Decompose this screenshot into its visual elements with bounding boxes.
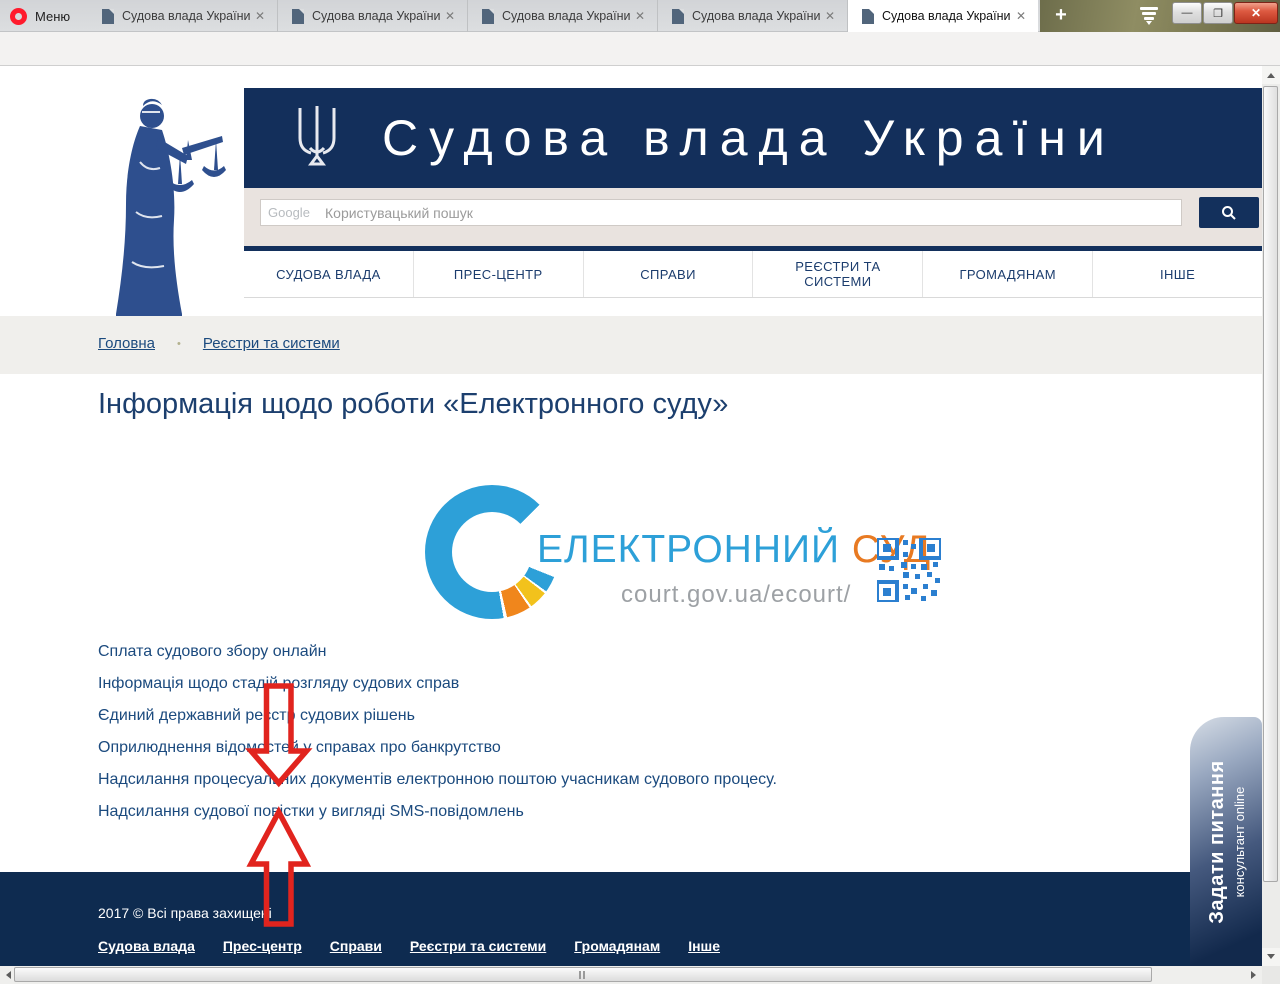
site-header: Судова влада України (244, 88, 1262, 188)
ecourt-logo-url: court.gov.ua/ecourt/ (621, 581, 851, 609)
scroll-up-icon[interactable] (1262, 66, 1280, 84)
link-court-fee-online[interactable]: Сплата судового збору онлайн (98, 643, 326, 660)
online-consultant-widget[interactable]: Задати питання консультант online (1190, 717, 1262, 966)
link-court-decisions-registry[interactable]: Єдиний державний реєстр судових рішень (98, 707, 415, 724)
scroll-down-icon[interactable] (1262, 948, 1280, 966)
opera-menu-label: Меню (35, 9, 70, 24)
browser-tab-bar: Меню Судова влада України ✕ Судова влада… (0, 0, 1280, 32)
tryzub-trident-icon (292, 104, 342, 172)
footer-link-reyestry-systemy[interactable]: Реєстри та системи (410, 938, 546, 954)
breadcrumb-home-link[interactable]: Головна (98, 335, 155, 352)
tab-title: Судова влада України (122, 9, 251, 23)
horizontal-scrollbar[interactable] (0, 966, 1262, 984)
tab-title: Судова влада України (882, 9, 1012, 23)
window-minimize-button[interactable]: — (1172, 2, 1202, 24)
scroll-right-icon[interactable] (1246, 966, 1262, 984)
web-page: Судова влада України Google СУДОВА ВЛАДА… (0, 66, 1262, 966)
page-favicon-icon (482, 9, 494, 24)
tab-close-icon[interactable]: ✕ (1012, 9, 1030, 23)
qr-code (877, 538, 941, 602)
site-search-button[interactable] (1199, 197, 1259, 228)
ecourt-services-list: Сплата судового збору онлайн Інформація … (98, 636, 777, 828)
link-bankruptcy-disclosure[interactable]: Оприлюднення відомостей у справах про ба… (98, 739, 501, 756)
list-item: Надсилання судової повістки у вигляді SM… (98, 796, 777, 828)
ecourt-logo-text: ЕЛЕКТРОННИЙ СУД (537, 528, 931, 572)
tab-close-icon[interactable]: ✕ (441, 9, 459, 23)
list-item: Єдиний державний реєстр судових рішень (98, 700, 777, 732)
footer-link-spravy[interactable]: Справи (330, 938, 382, 954)
nav-item-sudova-vlada[interactable]: СУДОВА ВЛАДА (244, 251, 413, 297)
vertical-scrollbar[interactable] (1262, 66, 1280, 966)
footer-link-hromadianam[interactable]: Громадянам (574, 938, 660, 954)
list-item: Надсилання процесуальних документів елек… (98, 764, 777, 796)
new-tab-button[interactable]: + (1046, 4, 1076, 28)
consultant-title: Задати питання (1206, 760, 1229, 923)
search-icon (1221, 205, 1237, 221)
browser-address-bar: VPN pp.ck.court.gov.ua/reyestri-ta-siste… (0, 32, 1280, 66)
nav-item-reyestry-systemy[interactable]: РЕЄСТРИ ТА СИСТЕМИ (752, 251, 922, 297)
consultant-subtitle: консультант online (1232, 786, 1247, 897)
site-search-input[interactable] (260, 199, 1182, 226)
breadcrumb-strip: Головна • Реєстри та системи (0, 316, 1262, 374)
list-item: Інформація щодо стадій розгляду судових … (98, 668, 777, 700)
nav-item-inshe[interactable]: ІНШЕ (1092, 251, 1262, 297)
themis-statue-illustration (96, 92, 230, 316)
ecourt-logo: ЕЛЕКТРОННИЙ СУД court.gov.ua/ecourt/ (425, 485, 945, 630)
link-email-documents[interactable]: Надсилання процесуальних документів елек… (98, 771, 777, 788)
tab-menu-icon[interactable] (1138, 6, 1162, 26)
site-title: Судова влада України (382, 88, 1116, 188)
nav-item-spravy[interactable]: СПРАВИ (583, 251, 753, 297)
footer-link-sudova-vlada[interactable]: Судова влада (98, 938, 195, 954)
window-close-button[interactable]: ✕ (1234, 2, 1278, 24)
nav-item-hromadianam[interactable]: ГРОМАДЯНАМ (922, 251, 1092, 297)
horizontal-scrollbar-thumb[interactable] (14, 967, 1152, 982)
link-sms-summons[interactable]: Надсилання судової повістки у вигляді SM… (98, 803, 524, 820)
list-item: Сплата судового збору онлайн (98, 636, 777, 668)
browser-tab-3[interactable]: Судова влада України ✕ (468, 0, 658, 32)
tab-title: Судова влада України (692, 9, 821, 23)
breadcrumb-current-link[interactable]: Реєстри та системи (203, 335, 340, 352)
page-favicon-icon (102, 9, 114, 24)
breadcrumb: Головна • Реєстри та системи (98, 335, 340, 352)
page-favicon-icon (292, 9, 304, 24)
window-maximize-button[interactable]: ❐ (1203, 2, 1233, 24)
opera-menu-button[interactable]: Меню (10, 0, 70, 32)
consultant-widget-text: Задати питання консультант online (1190, 717, 1262, 966)
page-title: Інформація щодо роботи «Електронного суд… (98, 388, 728, 421)
opera-logo-icon (10, 8, 27, 25)
footer-link-pres-centr[interactable]: Прес-центр (223, 938, 302, 954)
vertical-scrollbar-thumb[interactable] (1263, 86, 1278, 882)
page-favicon-icon (862, 9, 874, 24)
breadcrumb-separator: • (177, 338, 181, 350)
tab-title: Судова влада України (312, 9, 441, 23)
browser-tab-5-active[interactable]: Судова влада України ✕ (848, 0, 1038, 32)
footer-links: Судова влада Прес-центр Справи Реєстри т… (98, 938, 720, 954)
nav-item-pres-centr[interactable]: ПРЕС-ЦЕНТР (413, 251, 583, 297)
copyright-text: 2017 © Всі права захищені (98, 905, 272, 921)
tab-close-icon[interactable]: ✕ (251, 9, 269, 23)
tab-close-icon[interactable]: ✕ (821, 9, 839, 23)
page-favicon-icon (672, 9, 684, 24)
scrollbar-corner (1262, 966, 1280, 984)
site-footer: 2017 © Всі права захищені Судова влада П… (0, 872, 1262, 966)
footer-link-inshe[interactable]: Інше (688, 938, 720, 954)
main-navigation: СУДОВА ВЛАДА ПРЕС-ЦЕНТР СПРАВИ РЕЄСТРИ Т… (244, 246, 1262, 298)
tab-title: Судова влада України (502, 9, 631, 23)
browser-tab-4[interactable]: Судова влада України ✕ (658, 0, 848, 32)
browser-tab-1[interactable]: Судова влада України ✕ (88, 0, 278, 32)
list-item: Оприлюднення відомостей у справах про ба… (98, 732, 777, 764)
browser-tab-2[interactable]: Судова влада України ✕ (278, 0, 468, 32)
link-case-stages-info[interactable]: Інформація щодо стадій розгляду судових … (98, 675, 459, 692)
tab-close-icon[interactable]: ✕ (631, 9, 649, 23)
site-search-strip: Google (244, 188, 1262, 246)
